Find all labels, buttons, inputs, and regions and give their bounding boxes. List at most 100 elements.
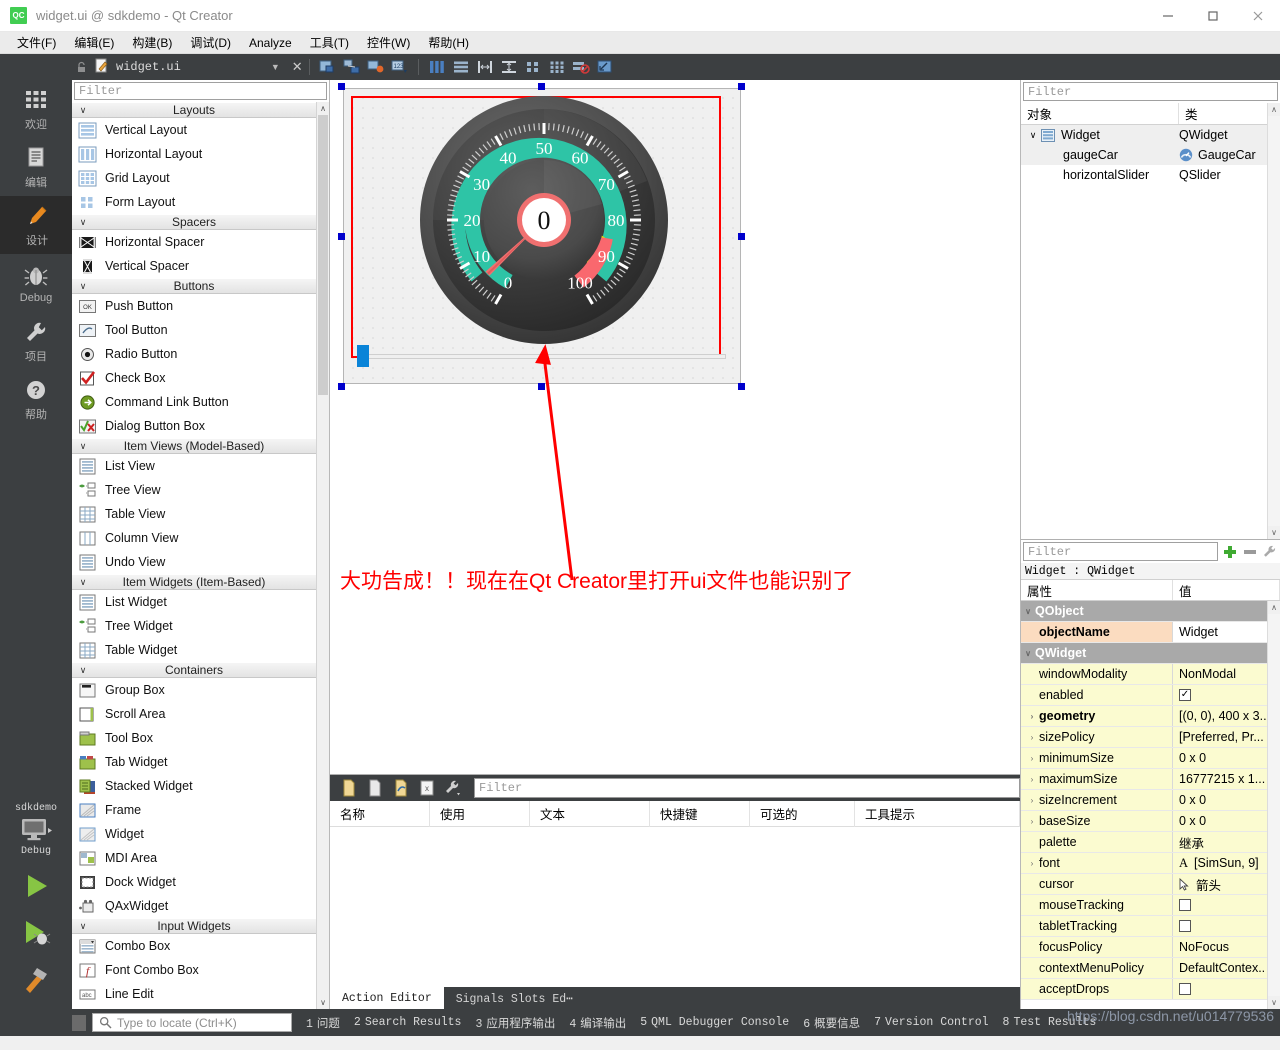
layout-form-icon[interactable] (523, 57, 543, 77)
widget-item-horizontal-spacer[interactable]: Horizontal Spacer (72, 230, 316, 254)
property-editor-filter-input[interactable]: Filter (1023, 542, 1218, 561)
property-value[interactable]: NoFocus (1173, 937, 1280, 957)
copy-action-icon[interactable] (362, 777, 388, 799)
widget-item-table-view[interactable]: Table View (72, 502, 316, 526)
chevron-right-icon[interactable]: › (1025, 733, 1039, 742)
build-button[interactable] (0, 955, 72, 1001)
property-value[interactable]: [(0, 0), 400 x 3.. (1173, 706, 1280, 726)
property-editor-scrollbar[interactable]: ∧ ∨ (1267, 601, 1280, 1009)
property-row-acceptdrops[interactable]: acceptDrops (1021, 979, 1280, 1000)
status-item-search-results[interactable]: 2Search Results (354, 1016, 462, 1029)
scroll-up-icon[interactable]: ∧ (1268, 103, 1280, 116)
widget-item-column-view[interactable]: Column View (72, 526, 316, 550)
minimize-button[interactable] (1145, 0, 1190, 32)
widget-item-list-view[interactable]: List View (72, 454, 316, 478)
status-item-general-messages[interactable]: 6概要信息 (803, 1015, 860, 1031)
edit-buddies-icon[interactable] (366, 57, 386, 77)
widget-item-dock-widget[interactable]: Dock Widget (72, 870, 316, 894)
remove-property-button[interactable] (1240, 542, 1260, 561)
layout-splitter-h-icon[interactable] (475, 57, 495, 77)
property-row-sizepolicy[interactable]: ›sizePolicy [Preferred, Pr... (1021, 727, 1280, 748)
widget-item-undo-view[interactable]: Undo View (72, 550, 316, 574)
property-group-qwidget[interactable]: ∨ QWidget (1021, 643, 1280, 664)
pe-col-property[interactable]: 属性 (1021, 580, 1173, 600)
widget-item-line-edit[interactable]: abc Line Edit (72, 982, 316, 1006)
widget-category-input-widgets[interactable]: ∨ Input Widgets (72, 918, 316, 934)
widget-item-tree-view[interactable]: Tree View (72, 478, 316, 502)
widget-item-table-widget[interactable]: Table Widget (72, 638, 316, 662)
gauge-widget[interactable]: 0102030405060708090100 0 (419, 81, 669, 359)
menu-edit[interactable]: 编辑(E) (65, 32, 123, 53)
object-row-horizontalslider[interactable]: horizontalSlider QSlider (1021, 165, 1280, 185)
widget-item-command-link-button[interactable]: Command Link Button (72, 390, 316, 414)
property-value-checkbox-cell[interactable]: ✓ (1173, 685, 1280, 705)
chevron-right-icon[interactable]: › (1025, 754, 1039, 763)
scroll-up-icon[interactable]: ∧ (1268, 601, 1280, 614)
widget-item-dialog-button-box[interactable]: Dialog Button Box (72, 414, 316, 438)
delete-action-icon[interactable]: x (414, 777, 440, 799)
object-inspector-tree[interactable]: 对象 类 ∨ Widget QWidget gaugeCar (1021, 103, 1280, 539)
property-value[interactable]: Widget (1173, 622, 1280, 642)
mode-debug[interactable]: Debug (0, 254, 72, 312)
mode-projects[interactable]: 项目 (0, 312, 72, 370)
resize-handle-top[interactable] (538, 83, 545, 90)
pe-col-value[interactable]: 值 (1173, 580, 1280, 600)
layout-vertical-icon[interactable] (451, 57, 471, 77)
property-value[interactable]: 继承 (1173, 832, 1280, 852)
chevron-right-icon[interactable]: › (1025, 775, 1039, 784)
widget-box-scrollbar[interactable]: ∧ ∨ (316, 102, 329, 1009)
widget-category-buttons[interactable]: ∨ Buttons (72, 278, 316, 294)
widget-item-scroll-area[interactable]: Scroll Area (72, 702, 316, 726)
chevron-right-icon[interactable]: › (1025, 796, 1039, 805)
scrollbar-thumb[interactable] (318, 115, 328, 395)
menu-help[interactable]: 帮助(H) (419, 32, 478, 53)
property-row-enabled[interactable]: enabled ✓ (1021, 685, 1280, 706)
widget-item-stacked-widget[interactable]: Stacked Widget (72, 774, 316, 798)
property-value[interactable]: [Preferred, Pr... (1173, 727, 1280, 747)
enabled-checkbox[interactable]: ✓ (1179, 689, 1191, 701)
object-row-widget[interactable]: ∨ Widget QWidget (1021, 125, 1280, 145)
mode-design[interactable]: 设计 (0, 196, 72, 254)
widget-item-list-widget[interactable]: List Widget (72, 590, 316, 614)
action-editor-filter-input[interactable]: Filter (474, 778, 1020, 798)
action-col-used[interactable]: 使用 (430, 801, 530, 827)
property-value[interactable]: 0 x 0 (1173, 811, 1280, 831)
property-row-windowmodality[interactable]: windowModality NonModal (1021, 664, 1280, 685)
property-value[interactable]: NonModal (1173, 664, 1280, 684)
new-action-icon[interactable] (336, 777, 362, 799)
object-inspector-scrollbar[interactable]: ∧ ∨ (1267, 103, 1280, 539)
object-row-gaugecar[interactable]: gaugeCar GaugeCar (1021, 145, 1280, 165)
property-row-objectname[interactable]: objectName Widget (1021, 622, 1280, 643)
property-rows[interactable]: ∨ QObject objectName Widget ∨ QWidget wi… (1021, 601, 1280, 1009)
maximize-button[interactable] (1190, 0, 1235, 32)
property-row-font[interactable]: ›font A [SimSun, 9] (1021, 853, 1280, 874)
scroll-down-icon[interactable]: ∨ (317, 996, 329, 1009)
action-editor-body[interactable] (330, 827, 1020, 987)
layout-splitter-v-icon[interactable] (499, 57, 519, 77)
widget-item-push-button[interactable]: OK Push Button (72, 294, 316, 318)
mode-welcome[interactable]: 欢迎 (0, 80, 72, 138)
menu-window[interactable]: 控件(W) (358, 32, 419, 53)
menu-analyze[interactable]: Analyze (240, 34, 301, 52)
layout-grid-icon[interactable] (547, 57, 567, 77)
mode-help[interactable]: ? 帮助 (0, 370, 72, 428)
status-item-version-control[interactable]: 7Version Control (874, 1016, 988, 1029)
action-col-text[interactable]: 文本 (530, 801, 650, 827)
layout-horizontal-icon[interactable] (427, 57, 447, 77)
tab-action-editor[interactable]: Action Editor (330, 987, 444, 1009)
resize-handle-bottom-right[interactable] (738, 383, 745, 390)
property-row-geometry[interactable]: ›geometry [(0, 0), 400 x 3.. (1021, 706, 1280, 727)
widget-category-spacers[interactable]: ∨ Spacers (72, 214, 316, 230)
property-value-checkbox-cell[interactable] (1173, 895, 1280, 915)
status-item-application-output[interactable]: 3应用程序输出 (475, 1015, 555, 1031)
action-col-tooltip[interactable]: 工具提示 (855, 801, 1020, 827)
chevron-down-icon[interactable]: ∨ (1021, 649, 1035, 658)
property-value[interactable]: DefaultContex.. (1173, 958, 1280, 978)
mousetracking-checkbox[interactable] (1179, 899, 1191, 911)
widget-item-group-box[interactable]: Group Box (72, 678, 316, 702)
property-row-cursor[interactable]: cursor 箭头 (1021, 874, 1280, 895)
form-canvas[interactable]: 0102030405060708090100 0 (330, 80, 1020, 774)
widget-item-mdi-area[interactable]: MDI Area (72, 846, 316, 870)
oi-col-class[interactable]: 类 (1179, 103, 1280, 124)
widget-category-containers[interactable]: ∨ Containers (72, 662, 316, 678)
